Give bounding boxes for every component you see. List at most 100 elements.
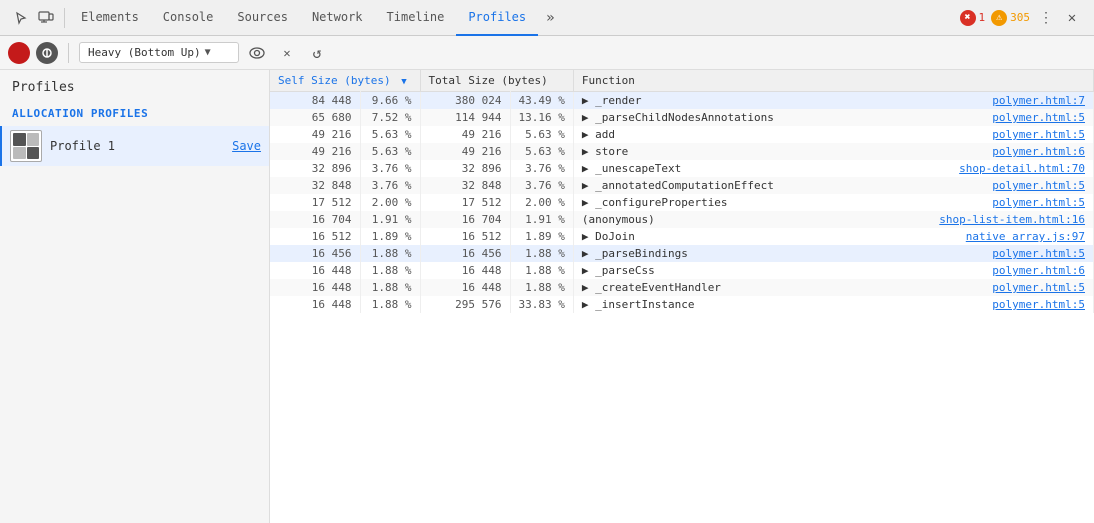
record-button[interactable] — [8, 42, 30, 64]
self-size-header[interactable]: Self Size (bytes) ▼ — [270, 70, 420, 92]
file-ref-link[interactable]: shop-list-item.html:16 — [939, 213, 1085, 226]
tab-profiles[interactable]: Profiles — [456, 0, 538, 36]
table-row: 16 512 1.89 % 16 512 1.89 % ▶ DoJoin nat… — [270, 228, 1094, 245]
warning-count: 305 — [1010, 11, 1030, 24]
function-cell: ▶ _parseCss polymer.html:6 — [573, 262, 1093, 279]
total-pct-cell: 33.83 % — [510, 296, 573, 313]
file-ref-link[interactable]: shop-detail.html:70 — [959, 162, 1085, 175]
self-size-cell: 16 704 — [270, 211, 360, 228]
self-pct-cell: 5.63 % — [360, 126, 420, 143]
total-size-cell: 380 024 — [420, 92, 510, 110]
file-ref-link[interactable]: polymer.html:5 — [992, 179, 1085, 192]
function-name: ▶ store — [582, 145, 628, 158]
file-ref-link[interactable]: polymer.html:5 — [992, 111, 1085, 124]
tab-timeline[interactable]: Timeline — [375, 0, 457, 36]
close-button[interactable]: ✕ — [1062, 8, 1082, 28]
self-size-cell: 16 512 — [270, 228, 360, 245]
function-cell: ▶ _configureProperties polymer.html:5 — [573, 194, 1093, 211]
profiles-table-area: Self Size (bytes) ▼ Total Size (bytes) F… — [270, 70, 1094, 523]
self-pct-cell: 1.88 % — [360, 279, 420, 296]
tab-elements[interactable]: Elements — [69, 0, 151, 36]
function-name: ▶ _unescapeText — [582, 162, 681, 175]
total-size-cell: 16 704 — [420, 211, 510, 228]
self-size-cell: 84 448 — [270, 92, 360, 110]
clear-button[interactable]: ✕ — [275, 41, 299, 65]
dropdown-value: Heavy (Bottom Up) — [88, 46, 201, 59]
error-icon: ✖ — [960, 10, 976, 26]
secondary-toolbar: Heavy (Bottom Up) ▼ ✕ ↺ — [0, 36, 1094, 70]
self-pct-cell: 5.63 % — [360, 143, 420, 160]
file-ref-link[interactable]: polymer.html:6 — [992, 145, 1085, 158]
file-ref-link[interactable]: polymer.html:5 — [992, 196, 1085, 209]
function-header[interactable]: Function — [573, 70, 1093, 92]
tab-sources[interactable]: Sources — [225, 0, 300, 36]
total-size-cell: 32 896 — [420, 160, 510, 177]
profile-save-button[interactable]: Save — [232, 139, 261, 153]
file-ref-link[interactable]: polymer.html:6 — [992, 264, 1085, 277]
view-mode-dropdown[interactable]: Heavy (Bottom Up) ▼ — [79, 42, 239, 63]
function-name: ▶ DoJoin — [582, 230, 635, 243]
table-row: 17 512 2.00 % 17 512 2.00 % ▶ _configure… — [270, 194, 1094, 211]
profile-icon — [10, 130, 42, 162]
self-size-cell: 49 216 — [270, 126, 360, 143]
table-row: 16 448 1.88 % 16 448 1.88 % ▶ _parseCss … — [270, 262, 1094, 279]
stop-button[interactable] — [36, 42, 58, 64]
function-cell: ▶ _parseChildNodesAnnotations polymer.ht… — [573, 109, 1093, 126]
file-ref-link[interactable]: polymer.html:7 — [992, 94, 1085, 107]
function-name: ▶ _annotatedComputationEffect — [582, 179, 774, 192]
total-pct-cell: 1.88 % — [510, 262, 573, 279]
table-row: 84 448 9.66 % 380 024 43.49 % ▶ _render … — [270, 92, 1094, 110]
warning-icon: ⚠ — [991, 10, 1007, 26]
function-cell: ▶ _createEventHandler polymer.html:5 — [573, 279, 1093, 296]
file-ref-link[interactable]: polymer.html:5 — [992, 128, 1085, 141]
function-cell: ▶ _unescapeText shop-detail.html:70 — [573, 160, 1093, 177]
table-row: 16 448 1.88 % 16 448 1.88 % ▶ _createEve… — [270, 279, 1094, 296]
toolbar-separator — [68, 43, 69, 63]
dropdown-arrow-icon: ▼ — [205, 47, 211, 58]
total-size-cell: 114 944 — [420, 109, 510, 126]
self-size-cell: 49 216 — [270, 143, 360, 160]
total-pct-cell: 13.16 % — [510, 109, 573, 126]
reload-button[interactable]: ↺ — [305, 41, 329, 65]
sidebar: Profiles ALLOCATION PROFILES Profile 1 S… — [0, 70, 270, 523]
tab-console[interactable]: Console — [151, 0, 226, 36]
function-name: ▶ _render — [582, 94, 642, 107]
eye-button[interactable] — [245, 41, 269, 65]
device-icon[interactable] — [36, 8, 56, 28]
file-ref-link[interactable]: polymer.html:5 — [992, 298, 1085, 311]
self-pct-cell: 3.76 % — [360, 160, 420, 177]
function-cell: ▶ store polymer.html:6 — [573, 143, 1093, 160]
table-row: 49 216 5.63 % 49 216 5.63 % ▶ add polyme… — [270, 126, 1094, 143]
file-ref-link[interactable]: polymer.html:5 — [992, 247, 1085, 260]
self-pct-cell: 1.89 % — [360, 228, 420, 245]
function-cell: ▶ _render polymer.html:7 — [573, 92, 1093, 110]
tab-network[interactable]: Network — [300, 0, 375, 36]
tab-bar-icons — [4, 8, 65, 28]
total-pct-cell: 5.63 % — [510, 143, 573, 160]
function-name: ▶ _parseChildNodesAnnotations — [582, 111, 774, 124]
total-pct-cell: 5.63 % — [510, 126, 573, 143]
more-options-button[interactable]: ⋮ — [1036, 8, 1056, 28]
total-pct-cell: 2.00 % — [510, 194, 573, 211]
table-row: 32 848 3.76 % 32 848 3.76 % ▶ _annotated… — [270, 177, 1094, 194]
function-name: ▶ _insertInstance — [582, 298, 695, 311]
tab-right-controls: ✖ 1 ⚠ 305 ⋮ ✕ — [952, 8, 1091, 28]
profile-1-item[interactable]: Profile 1 Save — [0, 126, 269, 166]
table-row: 16 456 1.88 % 16 456 1.88 % ▶ _parseBind… — [270, 245, 1094, 262]
cursor-icon[interactable] — [12, 8, 32, 28]
self-pct-cell: 9.66 % — [360, 92, 420, 110]
table-row: 16 448 1.88 % 295 576 33.83 % ▶ _insertI… — [270, 296, 1094, 313]
total-size-header[interactable]: Total Size (bytes) — [420, 70, 573, 92]
file-ref-link[interactable]: polymer.html:5 — [992, 281, 1085, 294]
self-size-cell: 16 448 — [270, 279, 360, 296]
function-cell: ▶ _insertInstance polymer.html:5 — [573, 296, 1093, 313]
tab-more-button[interactable]: » — [538, 10, 562, 26]
error-count: 1 — [979, 11, 986, 24]
function-name: ▶ add — [582, 128, 615, 141]
self-pct-cell: 1.91 % — [360, 211, 420, 228]
file-ref-link[interactable]: native array.js:97 — [966, 230, 1085, 243]
sidebar-title: Profiles — [0, 70, 269, 101]
table-row: 65 680 7.52 % 114 944 13.16 % ▶ _parseCh… — [270, 109, 1094, 126]
self-size-cell: 16 448 — [270, 296, 360, 313]
tab-bar: Elements Console Sources Network Timelin… — [0, 0, 1094, 36]
